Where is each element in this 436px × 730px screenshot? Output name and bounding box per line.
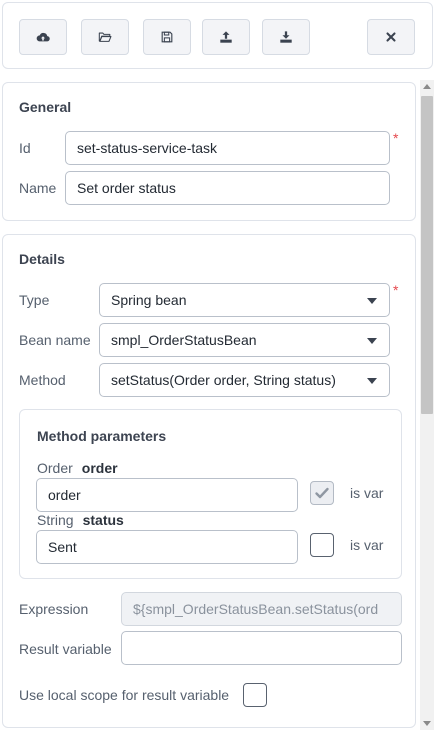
name-field[interactable]: Set order status	[65, 171, 390, 205]
chevron-down-icon	[367, 298, 377, 304]
properties-scroll-area: General Id set-status-service-task * Nam…	[0, 80, 436, 730]
details-panel: Details Type Spring bean * Bean name smp…	[2, 234, 416, 728]
cloud-upload-icon	[36, 32, 50, 42]
result-variable-field[interactable]	[121, 631, 402, 665]
method-label: Method	[19, 372, 66, 388]
bean-name-select[interactable]: smpl_OrderStatusBean	[99, 323, 390, 357]
param-order-is-var-label: is var	[350, 485, 384, 501]
method-parameters-panel: Method parameters Order order order is va…	[19, 409, 402, 579]
upload-cloud-button[interactable]	[19, 19, 67, 55]
chevron-down-icon	[367, 378, 377, 384]
local-scope-checkbox[interactable]	[243, 683, 267, 707]
param-order-is-var-checkbox[interactable]	[310, 481, 334, 505]
scroll-down-arrow-icon[interactable]	[423, 721, 431, 726]
download-tray-icon	[280, 31, 292, 43]
vertical-scrollbar[interactable]	[420, 80, 434, 730]
toolbar	[2, 2, 433, 69]
chevron-down-icon	[367, 338, 377, 344]
result-variable-label: Result variable	[19, 641, 112, 657]
name-label: Name	[19, 180, 57, 196]
type-required-mark: *	[393, 282, 399, 298]
bean-name-select-value: smpl_OrderStatusBean	[111, 332, 257, 348]
local-scope-label: Use local scope for result variable	[19, 687, 230, 703]
details-panel-title: Details	[19, 251, 65, 267]
folder-open-icon	[98, 32, 112, 42]
expression-field[interactable]: ${smpl_OrderStatusBean.setStatus(ord	[121, 592, 402, 626]
method-select-value: setStatus(Order order, String status)	[111, 372, 336, 388]
close-icon	[386, 32, 396, 42]
export-button[interactable]	[202, 19, 250, 55]
open-folder-button[interactable]	[81, 19, 129, 55]
id-field[interactable]: set-status-service-task	[65, 131, 390, 165]
scroll-up-arrow-icon[interactable]	[423, 84, 431, 89]
general-panel: General Id set-status-service-task * Nam…	[2, 82, 416, 221]
id-label: Id	[19, 140, 31, 156]
method-select[interactable]: setStatus(Order order, String status)	[99, 363, 390, 397]
floppy-disk-icon	[161, 31, 173, 43]
param-type: Order	[37, 460, 73, 476]
param-status-is-var-label: is var	[350, 537, 384, 553]
param-status-value-field[interactable]: Sent	[36, 530, 298, 564]
bean-name-label: Bean name	[19, 332, 91, 348]
type-select-value: Spring bean	[111, 292, 187, 308]
param-name: status	[82, 512, 124, 528]
param-order-value-field[interactable]: order	[36, 478, 298, 512]
expression-label: Expression	[19, 601, 89, 617]
close-button[interactable]	[367, 19, 415, 55]
id-required-mark: *	[393, 130, 399, 146]
scrollbar-thumb[interactable]	[421, 96, 433, 414]
type-label: Type	[19, 292, 50, 308]
method-parameters-title: Method parameters	[37, 428, 167, 444]
import-button[interactable]	[262, 19, 310, 55]
param-status-is-var-checkbox[interactable]	[310, 533, 334, 557]
param-type: String	[37, 512, 74, 528]
param-order-type-label: Order order	[37, 460, 118, 476]
param-status-type-label: String status	[37, 512, 124, 528]
type-select[interactable]: Spring bean	[99, 283, 390, 317]
upload-tray-icon	[220, 31, 232, 43]
param-name: order	[81, 460, 118, 476]
general-panel-title: General	[19, 99, 72, 115]
save-button[interactable]	[143, 19, 191, 55]
checkmark-icon	[315, 487, 329, 499]
